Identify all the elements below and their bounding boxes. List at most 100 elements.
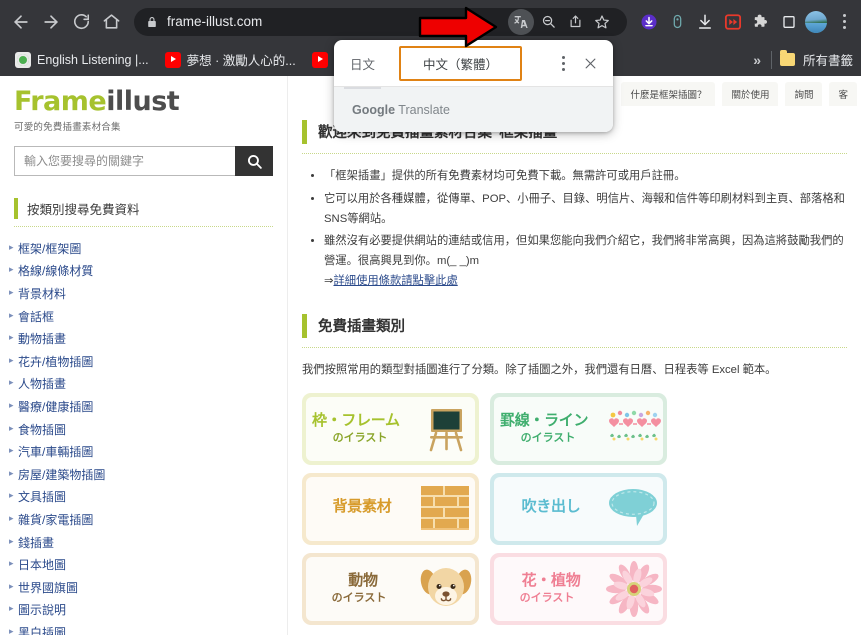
- logo-part-frame: Frame: [14, 86, 107, 117]
- card-text: 花・植物 のイラスト: [500, 572, 604, 605]
- terms-link[interactable]: 詳細使用條款請點擊此處: [333, 275, 457, 287]
- dotted-line-hearts-icon: [608, 403, 661, 455]
- translate-tab-source[interactable]: 日文: [340, 47, 385, 89]
- sidebar-item-monochrome[interactable]: 黑白插圖: [0, 623, 287, 635]
- card-frame[interactable]: 枠・フレーム のイラスト: [302, 392, 479, 465]
- sidebar-item-plants[interactable]: 花卉/植物插圖: [0, 351, 287, 374]
- divider: [302, 346, 847, 348]
- card-flowers[interactable]: 花・植物 のイラスト: [490, 552, 667, 625]
- chrome-menu-icon[interactable]: [833, 14, 855, 29]
- bookmark-label: English Listening |...: [37, 52, 149, 67]
- youtube-favicon-icon: [164, 51, 181, 68]
- card-subtitle: のイラスト: [519, 592, 575, 605]
- blackboard-easel-icon: [420, 403, 472, 455]
- bookmark-item[interactable]: 夢想 · 激勵人心的...: [158, 47, 303, 72]
- video-downloader-icon[interactable]: [721, 10, 745, 34]
- card-text: 枠・フレーム のイラスト: [312, 412, 416, 445]
- divider: [770, 50, 772, 69]
- card-lines[interactable]: 罫線・ライン のイラスト: [490, 392, 667, 465]
- card-speech-bubble[interactable]: 吹き出し: [490, 472, 667, 545]
- logo-part-illust: illust: [106, 86, 180, 117]
- tab-inquiry[interactable]: 詢問: [785, 82, 823, 106]
- sidebar-heading: 按類別搜尋免費資料: [14, 198, 273, 220]
- puzzle-extensions-icon[interactable]: [749, 10, 773, 34]
- sidebar-item-medical[interactable]: 醫療/健康插圖: [0, 397, 287, 420]
- sidebar-item-vehicles[interactable]: 汽車/車輛插圖: [0, 442, 287, 465]
- sidebar-item-speech[interactable]: 會話框: [0, 306, 287, 329]
- card-subtitle: のイラスト: [331, 592, 387, 605]
- sidepanel-icon[interactable]: [777, 10, 801, 34]
- bullet-credit-note: 雖然沒有必要提供網站的連結或信用，但如果您能向我們介紹它，我們將非常高興，因為這…: [324, 232, 847, 291]
- site-tagline: 可愛的免費插畫素材合集: [14, 122, 121, 134]
- browser-toolbar: frame-illust.com: [0, 0, 861, 43]
- globe-favicon-icon: [15, 51, 31, 68]
- sidebar-item-food[interactable]: 食物插圖: [0, 419, 287, 442]
- sidebar-item-money[interactable]: 錢插畫: [0, 532, 287, 555]
- download-icon[interactable]: [693, 10, 717, 34]
- bookmark-item[interactable]: English Listening |...: [8, 49, 156, 71]
- folder-icon: [779, 50, 795, 66]
- bookmark-star-icon[interactable]: [589, 9, 615, 35]
- translate-icon[interactable]: [508, 8, 534, 35]
- sidebar-item-lines[interactable]: 格線/線條材質: [0, 261, 287, 284]
- all-bookmarks-label[interactable]: 所有書籤: [803, 50, 853, 69]
- tab-what-is-frame-illust[interactable]: 什麼是框架插圖？: [621, 82, 716, 106]
- forward-arrow-icon[interactable]: [36, 7, 66, 37]
- card-title: 罫線・ライン: [500, 412, 589, 430]
- bullet-media-usage: 它可以用於各種媒體，從傳單、POP、小冊子、目錄、明信片、海報和信件等印刷材料到…: [324, 190, 847, 230]
- browser-window: frame-illust.com English Listening |... …: [0, 0, 861, 635]
- extension-icons: [633, 10, 855, 34]
- share-icon[interactable]: [562, 9, 588, 35]
- home-icon[interactable]: [96, 7, 126, 37]
- translate-language-tabs: 日文 中文（繁體）: [334, 40, 613, 89]
- site-sidebar: Frameillust 可愛的免費插畫素材合集 按類別搜尋免費資料 框架/框架: [0, 76, 288, 635]
- capsule-icon[interactable]: [665, 10, 689, 34]
- address-bar[interactable]: frame-illust.com: [134, 7, 627, 36]
- sidebar-item-stationery[interactable]: 文具插圖: [0, 487, 287, 510]
- lock-icon: [146, 16, 158, 28]
- sidebar-item-buildings[interactable]: 房屋/建築物插圖: [0, 464, 287, 487]
- omnibox-actions: [502, 8, 615, 35]
- search-input[interactable]: [14, 146, 235, 177]
- search-button[interactable]: [235, 146, 273, 177]
- card-subtitle: のイラスト: [332, 432, 388, 445]
- category-cards: 枠・フレーム のイラスト 罫線・ライン のイラスト 背景素材 吹き出し 動物 の…: [302, 392, 847, 625]
- sidebar-item-icons[interactable]: 圖示說明: [0, 600, 287, 623]
- web-page: Frameillust 可愛的免費插畫素材合集 按類別搜尋免費資料 框架/框架: [0, 76, 861, 635]
- card-text: 罫線・ライン のイラスト: [500, 412, 604, 444]
- translate-popup: 日文 中文（繁體） Google Translate: [334, 40, 613, 132]
- card-title: 背景素材: [332, 498, 392, 516]
- tab-about-usage[interactable]: 關於使用: [722, 82, 779, 106]
- tab-customer[interactable]: 客: [829, 82, 857, 106]
- bookmarks-bar-right: » 所有書籤: [749, 50, 853, 69]
- download-manager-icon[interactable]: [637, 10, 661, 34]
- translate-tab-target[interactable]: 中文（繁體）: [399, 45, 523, 81]
- kebab-menu-icon[interactable]: [553, 55, 573, 71]
- zoom-out-icon[interactable]: [535, 9, 561, 35]
- site-search: [14, 146, 273, 177]
- sidebar-item-world-flags[interactable]: 世界國旗圖: [0, 577, 287, 600]
- pink-flower-icon: [606, 560, 662, 617]
- bookmarks-overflow-icon[interactable]: »: [749, 52, 763, 68]
- reload-icon[interactable]: [66, 7, 96, 37]
- sidebar-item-background[interactable]: 背景材料: [0, 284, 287, 307]
- categories-section: 免費插畫類別 我們按照常用的類型對插圖進行了分類。除了插圖之外，我們還有日曆、日…: [302, 313, 847, 625]
- sidebar-item-japan-map[interactable]: 日本地圖: [0, 555, 287, 578]
- sidebar-item-goods[interactable]: 雜貨/家電插圖: [0, 510, 287, 533]
- bullet-credit-text: 雖然沒有必要提供網站的連結或信用，但如果您能向我們介紹它，我們將非常高興，因為這…: [324, 235, 844, 268]
- close-icon[interactable]: [577, 56, 603, 71]
- welcome-bullets: 「框架插畫」提供的所有免費素材均可免費下載。無需許可或用戶註冊。 它可以用於各種…: [324, 167, 847, 292]
- sidebar-item-animals[interactable]: 動物插畫: [0, 329, 287, 352]
- card-title: 吹き出し: [521, 498, 581, 516]
- card-animals[interactable]: 動物 のイラスト: [302, 552, 479, 625]
- sidebar-item-people[interactable]: 人物插畫: [0, 374, 287, 397]
- speech-bubble-icon: [608, 483, 660, 535]
- brand-translate: Translate: [395, 102, 450, 117]
- back-arrow-icon[interactable]: [6, 7, 36, 37]
- avatar[interactable]: [805, 10, 827, 33]
- card-background[interactable]: 背景素材: [302, 472, 479, 545]
- divider: [14, 226, 273, 228]
- site-logo[interactable]: Frameillust 可愛的免費插畫素材合集: [0, 76, 287, 133]
- sidebar-item-frame[interactable]: 框架/框架圖: [0, 238, 287, 261]
- brand-google: Google: [352, 102, 396, 117]
